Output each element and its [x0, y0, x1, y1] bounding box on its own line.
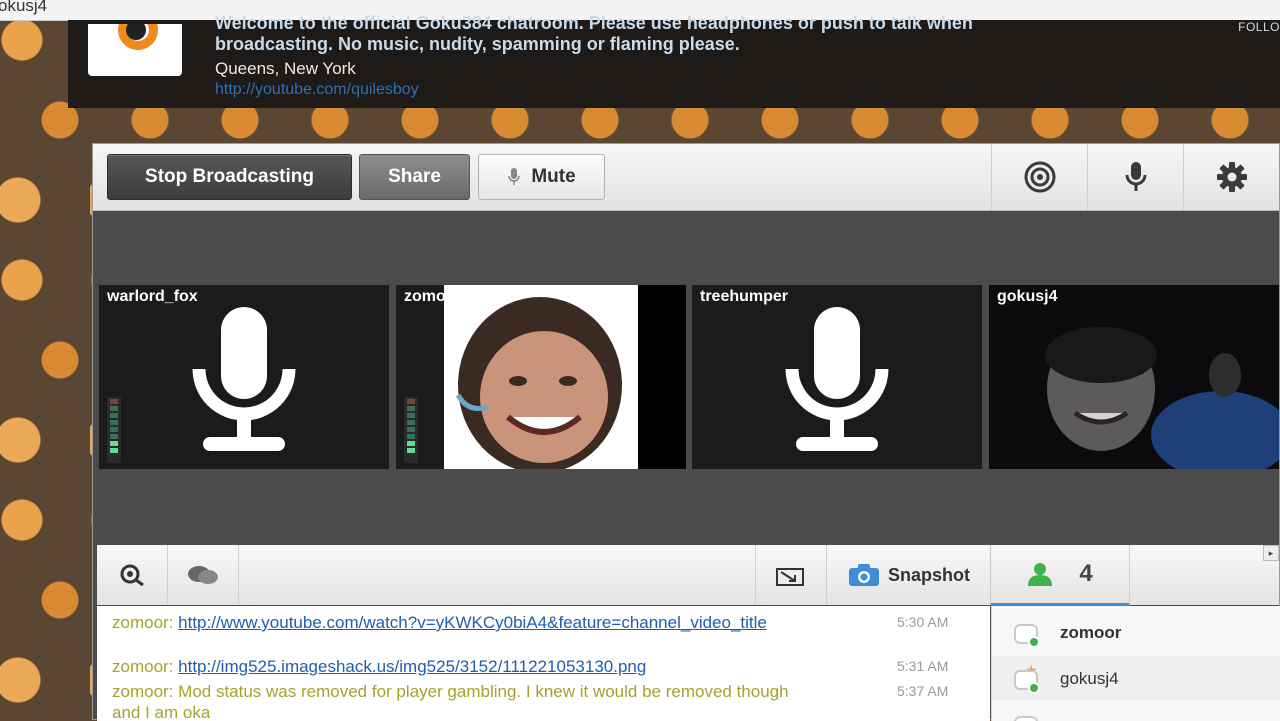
microphone-icon	[1125, 162, 1147, 191]
chat-message: zomoor: http://img525.imageshack.us/img5…	[112, 656, 948, 677]
user-list-item[interactable]: zomoor	[992, 610, 1280, 654]
user-count-tab[interactable]: 4	[991, 545, 1130, 606]
user-count: 4	[1079, 560, 1093, 587]
message-time: 5:30 AM	[897, 614, 949, 630]
microphone-icon	[785, 307, 889, 451]
tile-username: zomoor	[404, 288, 462, 305]
tile-username: treehumper	[700, 288, 789, 305]
message-time: 5:31 AM	[897, 658, 949, 674]
audio-level-meter	[107, 397, 121, 463]
mute-label: Mute	[531, 166, 576, 187]
message-text: Mod status was removed for player gambli…	[112, 682, 789, 721]
broadcast-toolbar: Stop Broadcasting Share Mute	[93, 144, 1279, 211]
share-button[interactable]: Share	[359, 154, 470, 200]
camera-settings-icon	[1024, 161, 1056, 193]
stop-broadcasting-button[interactable]: Stop Broadcasting	[107, 154, 352, 200]
online-status-icon	[1028, 636, 1040, 648]
online-status-icon	[1028, 682, 1040, 694]
message-author: zomoor:	[112, 657, 174, 676]
microphone-settings-button[interactable]	[1087, 144, 1184, 210]
tile-username: warlord_fox	[107, 288, 198, 305]
message-time: 5:37 AM	[897, 683, 949, 699]
user-name: gokusj4	[1060, 669, 1119, 688]
mic-small-icon	[508, 168, 521, 185]
youtube-link[interactable]: http://youtube.com/quilesboy	[215, 81, 419, 99]
settings-button[interactable]	[1183, 144, 1280, 210]
user-name: zomoor	[1060, 623, 1122, 642]
search-icon	[120, 564, 144, 587]
room-location: Queens, New York	[215, 59, 356, 78]
users-toolbar: 4 ▸	[991, 545, 1279, 606]
video-tile-zomoor[interactable]: zomoor	[396, 285, 686, 469]
message-author: zomoor:	[112, 682, 174, 701]
chatroom-panel: Stop Broadcasting Share Mute warlord_fox…	[92, 143, 1280, 721]
video-tile-treehumper[interactable]: treehumper	[692, 285, 982, 469]
follow-button[interactable]: FOLLO	[1238, 20, 1280, 34]
search-chat-button[interactable]	[97, 545, 168, 605]
user-list: zomoor ★ gokusj4	[991, 606, 1280, 721]
user-list-item[interactable]: ★ gokusj4	[992, 656, 1280, 700]
video-tile-gokusj4[interactable]: gokusj4	[989, 285, 1279, 469]
user-face-image	[455, 297, 622, 469]
webcam-feed	[444, 285, 638, 469]
snapshot-label: Snapshot	[887, 564, 970, 585]
site-logo[interactable]	[88, 24, 182, 76]
camera-settings-button[interactable]	[991, 144, 1088, 210]
message-link[interactable]: http://www.youtube.com/watch?v=yKWKCy0bi…	[178, 613, 767, 632]
chat-message: zomoor: Mod status was removed for playe…	[112, 681, 948, 721]
pop-out-button[interactable]	[755, 545, 826, 605]
welcome-message: Welcome to the official Goku384 chatroom…	[215, 13, 973, 54]
snapshot-button[interactable]: Snapshot	[826, 545, 991, 605]
message-link[interactable]: http://img525.imageshack.us/img525/3152/…	[178, 657, 646, 676]
private-chat-button[interactable]	[168, 545, 239, 605]
scroll-right-button[interactable]: ▸	[1263, 545, 1279, 561]
chat-bubbles-icon	[188, 566, 218, 584]
chat-log: zomoor: http://www.youtube.com/watch?v=y…	[97, 606, 990, 721]
video-tile-warlord-fox[interactable]: warlord_fox	[99, 285, 389, 469]
microphone-icon	[192, 307, 296, 451]
user-icon	[1028, 563, 1053, 586]
audio-level-meter	[404, 397, 418, 463]
browser-tab-title[interactable]: okusj4	[0, 0, 47, 16]
webcam-feed	[989, 285, 1279, 469]
mute-button[interactable]: Mute	[478, 154, 605, 200]
camera-icon	[848, 564, 879, 586]
chat-message: zomoor: http://www.youtube.com/watch?v=y…	[112, 612, 948, 633]
chat-toolbar: Snapshot	[97, 545, 991, 605]
user-list-item[interactable]	[992, 702, 1280, 721]
pop-out-icon	[776, 568, 804, 586]
room-header: Welcome to the official Goku384 chatroom…	[68, 13, 1280, 108]
message-author: zomoor:	[112, 613, 174, 632]
video-letterbox	[638, 285, 686, 469]
tile-username: gokusj4	[997, 288, 1058, 305]
gear-icon	[1217, 162, 1247, 192]
user-avatar-icon	[1014, 716, 1038, 721]
